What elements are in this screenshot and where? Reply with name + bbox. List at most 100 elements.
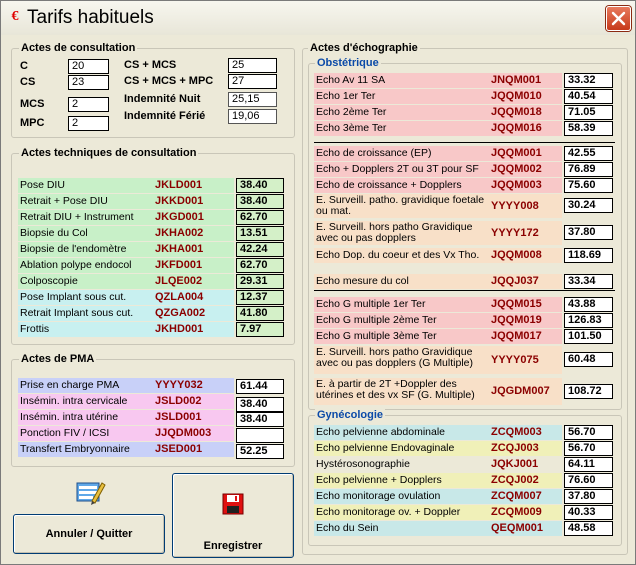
price-input[interactable]: 30.24: [564, 198, 613, 213]
consult-value-input[interactable]: 2: [68, 116, 109, 131]
item-code: JQQM008: [491, 249, 542, 261]
techniques-group-title: Actes techniques de consultation: [19, 147, 199, 159]
price-input[interactable]: 43.88: [564, 297, 613, 312]
item-code: ZCQJ002: [491, 474, 539, 486]
save-button[interactable]: Enregistrer: [172, 473, 294, 558]
consult-value-input[interactable]: 27: [228, 74, 277, 89]
price-input[interactable]: 58.39: [564, 121, 613, 136]
consult-value-input[interactable]: 2: [68, 97, 109, 112]
close-button[interactable]: [606, 6, 631, 31]
price-input[interactable]: 37.80: [564, 489, 613, 504]
list-item: E. Surveill. hors patho Gravidique avec …: [314, 221, 562, 245]
price-input[interactable]: 60.48: [564, 352, 613, 367]
list-item: Echo Av 11 SA JNQM001: [314, 73, 562, 88]
price-input[interactable]: 38.40: [236, 397, 284, 412]
item-name: Echo G multiple 3ème Ter: [316, 330, 437, 342]
price-input[interactable]: 126.83: [564, 313, 613, 328]
item-name: Pose Implant sous cut.: [20, 291, 127, 303]
list-item: Transfert Embryonnaire JSED001: [18, 442, 234, 457]
list-item: Colposcopie JLQE002: [18, 274, 234, 289]
item-name: Echo + Dopplers 2T ou 3T pour SF: [316, 163, 479, 175]
price-input[interactable]: 101.50: [564, 329, 613, 344]
item-name: Ablation polype endocol: [20, 259, 132, 271]
list-item: Echo monitorage ov. + Doppler ZCQM009: [314, 505, 562, 520]
item-name: Echo pelvienne + Dopplers: [316, 474, 442, 486]
price-input[interactable]: 40.33: [564, 505, 613, 520]
price-input[interactable]: 33.34: [564, 274, 613, 289]
consult-value-input[interactable]: 19,06: [228, 109, 277, 124]
item-code: JQQM016: [491, 122, 542, 134]
price-input[interactable]: 76.60: [564, 473, 613, 488]
item-code: JQQM010: [491, 90, 542, 102]
list-item: Echo de croissance + Dopplers JQQM003: [314, 178, 562, 193]
item-code: YYYY032: [155, 379, 203, 391]
price-input[interactable]: 62.70: [236, 210, 284, 225]
list-item: Hystérosonographie JQKJ001: [314, 457, 562, 472]
consult-value-input[interactable]: 23: [68, 75, 109, 90]
consult-value-input[interactable]: 25: [228, 58, 277, 73]
item-name: Frottis: [20, 323, 50, 335]
price-input[interactable]: 42.24: [236, 242, 284, 257]
item-name: Insémin. intra cervicale: [20, 395, 128, 407]
price-input[interactable]: 56.70: [564, 425, 613, 440]
gynecologie-group-title: Gynécologie: [315, 409, 386, 421]
item-name: Colposcopie: [20, 275, 78, 287]
price-input[interactable]: 52.25: [236, 444, 284, 459]
consult-value-input[interactable]: 25,15: [228, 92, 277, 107]
price-input[interactable]: [236, 428, 284, 443]
list-item: E. Surveill. patho. gravidique foetale o…: [314, 194, 562, 218]
price-input[interactable]: 13.51: [236, 226, 284, 241]
save-button-label: Enregistrer: [203, 540, 263, 552]
list-item: Echo 2ème Ter JQQM018: [314, 105, 562, 120]
item-code: JKHD001: [155, 323, 204, 335]
cancel-button[interactable]: Annuler / Quitter: [13, 514, 165, 554]
price-input[interactable]: 62.70: [236, 258, 284, 273]
item-code: JQQJ037: [491, 275, 539, 287]
list-item: Echo + Dopplers 2T ou 3T pour SF JQQM002: [314, 162, 562, 177]
list-item: Retrait + Pose DIU JKKD001: [18, 194, 234, 209]
price-input[interactable]: 38.40: [236, 194, 284, 209]
obstetrique-group-title: Obstétrique: [315, 57, 381, 69]
item-code: YYYY075: [491, 354, 539, 366]
price-input[interactable]: 37.80: [564, 225, 613, 240]
separator: [314, 290, 615, 291]
item-code: JKHA002: [155, 227, 204, 239]
consult-label: C: [20, 60, 28, 72]
consult-label: Indemnité Nuit: [124, 93, 201, 105]
price-input[interactable]: 42.55: [564, 146, 613, 161]
price-input[interactable]: 38.40: [236, 178, 284, 193]
price-input[interactable]: 64.11: [564, 457, 613, 472]
price-input[interactable]: 41.80: [236, 306, 284, 321]
price-input[interactable]: 38.40: [236, 412, 284, 427]
item-name: E. Surveill. hors patho Gravidique avec …: [316, 346, 473, 369]
item-name: E. Surveill. patho. gravidique foetale o…: [316, 194, 485, 217]
price-input[interactable]: 12.37: [236, 290, 284, 305]
price-input[interactable]: 75.60: [564, 178, 613, 193]
list-item: Prise en charge PMA YYYY032: [18, 378, 234, 393]
price-input[interactable]: 108.72: [564, 384, 613, 399]
item-code: JSLD002: [155, 395, 202, 407]
price-input[interactable]: 56.70: [564, 441, 613, 456]
price-input[interactable]: 118.69: [564, 248, 613, 263]
price-input[interactable]: 40.54: [564, 89, 613, 104]
item-name: Echo pelvienne abdominale: [316, 426, 446, 438]
price-input[interactable]: 48.58: [564, 521, 613, 536]
price-input[interactable]: 71.05: [564, 105, 613, 120]
list-item: Echo mesure du col JQQJ037: [314, 274, 562, 289]
price-input[interactable]: 33.32: [564, 73, 613, 88]
item-name: Echo 2ème Ter: [316, 106, 387, 118]
price-input[interactable]: 29.31: [236, 274, 284, 289]
item-name: Echo pelvienne Endovaginale: [316, 442, 455, 454]
consult-value-input[interactable]: 20: [68, 59, 109, 74]
price-input[interactable]: 7.97: [236, 322, 284, 337]
item-code: QEQM001: [491, 522, 543, 534]
price-input[interactable]: 61.44: [236, 379, 284, 394]
item-name: Retrait Implant sous cut.: [20, 307, 134, 319]
price-input[interactable]: 76.89: [564, 162, 613, 177]
list-item: E. Surveill. hors patho Gravidique avec …: [314, 346, 562, 374]
euro-icon: €: [11, 9, 19, 24]
item-name: Transfert Embryonnaire: [20, 443, 130, 455]
list-item: Ponction FIV / ICSI JJQDM003: [18, 426, 234, 441]
list-item: Retrait Implant sous cut. QZGA002: [18, 306, 234, 321]
item-name: Echo du Sein: [316, 522, 379, 534]
